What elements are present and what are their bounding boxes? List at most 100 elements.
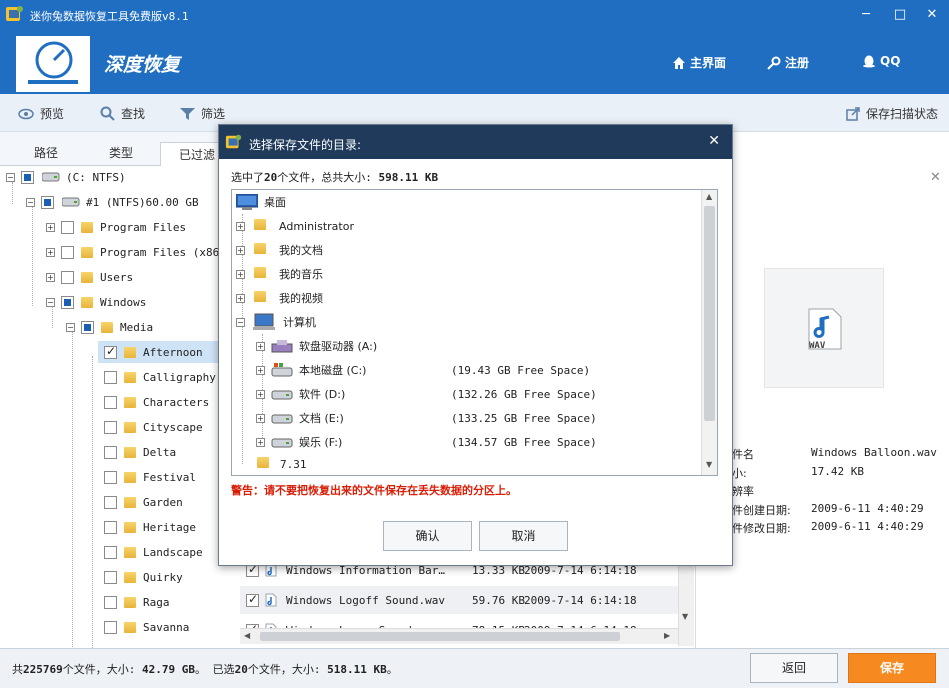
tree-folder-users[interactable]: + Users	[46, 266, 133, 288]
collapse-toggle[interactable]: −	[6, 172, 15, 182]
tree-drive-3[interactable]: + 文档 (E:) (133.25 GB Free Space)	[256, 406, 597, 430]
dialog-close-button[interactable]: ✕	[708, 133, 720, 149]
checkbox[interactable]	[104, 370, 117, 384]
preview-button[interactable]: 预览	[18, 105, 64, 122]
checkbox[interactable]	[246, 592, 259, 607]
checkbox[interactable]	[104, 445, 117, 459]
tree-drive-1[interactable]: + 本地磁盘 (C:) (19.43 GB Free Space)	[256, 358, 590, 382]
tree-drive-4[interactable]: + 娱乐 (F:) (134.57 GB Free Space)	[256, 430, 597, 454]
tree-item-media-10[interactable]: Raga	[98, 591, 170, 613]
expand-toggle[interactable]: +	[236, 293, 245, 303]
expand-toggle[interactable]: +	[46, 247, 55, 257]
expand-toggle[interactable]: +	[256, 437, 265, 447]
tree-drive-c[interactable]: − (C: NTFS)	[6, 166, 126, 188]
tree-item-media-2[interactable]: Characters	[98, 391, 209, 413]
minimize-button[interactable]: ─	[856, 6, 876, 24]
folder-icon	[123, 470, 137, 484]
expand-toggle[interactable]: +	[46, 222, 55, 232]
tree-drive-0[interactable]: + 软盘驱动器 (A:)	[256, 334, 451, 358]
checkbox[interactable]	[104, 344, 117, 359]
tree-item-1[interactable]: + 我的文档	[236, 238, 323, 262]
tree-item-media-7[interactable]: Heritage	[98, 516, 196, 538]
checkbox[interactable]	[41, 195, 54, 209]
tree-item-folder-7-31[interactable]: 7.31	[256, 452, 307, 475]
tree-folder-program-files[interactable]: + Program Files	[46, 216, 186, 238]
back-button[interactable]: 返回	[750, 653, 838, 683]
tree-partition[interactable]: − #1 (NTFS)60.00 GB	[26, 191, 199, 213]
collapse-toggle[interactable]: −	[46, 297, 55, 307]
tree-item-0[interactable]: + Administrator	[236, 214, 354, 238]
table-row[interactable]: Windows Logoff Sound.wav 59.76 KB2009-7-1…	[240, 586, 678, 614]
tree-item-3[interactable]: + 我的视频	[236, 286, 323, 310]
tree-item-desktop[interactable]: 桌面	[236, 190, 286, 214]
free-space: (134.57 GB Free Space)	[451, 435, 597, 449]
checkbox[interactable]	[104, 470, 117, 484]
checkbox[interactable]	[61, 220, 74, 234]
cancel-button[interactable]: 取消	[479, 521, 568, 551]
checkbox[interactable]	[61, 245, 74, 259]
tree-item-media-5[interactable]: Festival	[98, 466, 196, 488]
collapse-toggle[interactable]: −	[66, 322, 75, 332]
collapse-toggle[interactable]: −	[236, 317, 245, 327]
nav-register[interactable]: 注册	[767, 54, 809, 71]
nav-qq[interactable]: QQ	[862, 54, 900, 68]
tree-item-4[interactable]: − 计算机	[236, 310, 316, 334]
collapse-toggle[interactable]: −	[26, 197, 35, 207]
expand-toggle[interactable]: +	[236, 269, 245, 279]
maximize-button[interactable]: □	[890, 6, 910, 24]
drive-label: 娱乐 (F:)	[299, 436, 343, 449]
checkbox[interactable]	[81, 320, 94, 334]
file-date: 2009-7-14 6:14:18	[524, 593, 637, 607]
checkbox[interactable]	[104, 620, 117, 634]
preview-panel: ✕ WAV 件名 Windows Balloon.wav 小: 17.42 KB 辨率件…	[695, 166, 949, 656]
checkbox[interactable]	[104, 395, 117, 409]
checkbox[interactable]	[104, 495, 117, 509]
tree-item-media-0[interactable]: Afternoon	[98, 341, 218, 363]
checkbox[interactable]	[104, 520, 117, 534]
checkbox[interactable]	[61, 270, 74, 284]
save-scan-state-button[interactable]: 保存扫描状态	[846, 105, 938, 122]
checkbox[interactable]	[104, 595, 117, 609]
save-button[interactable]: 保存	[848, 653, 936, 683]
tree-drive-2[interactable]: + 软件 (D:) (132.26 GB Free Space)	[256, 382, 597, 406]
tree-item-media-8[interactable]: Landscape	[98, 541, 203, 563]
file-list-vertical-scrollbar[interactable]: ▼	[678, 556, 694, 646]
tree-folder-media[interactable]: − Media	[66, 316, 153, 338]
checkbox[interactable]	[21, 170, 34, 184]
tab-path[interactable]: 路径	[34, 144, 58, 161]
search-button[interactable]: 查找	[100, 105, 145, 122]
tree-folder-windows[interactable]: − Windows	[46, 291, 146, 313]
tree-item-media-3[interactable]: Cityscape	[98, 416, 203, 438]
checkbox[interactable]	[61, 295, 74, 309]
tree-item-media-1[interactable]: Calligraphy	[98, 366, 216, 388]
confirm-button[interactable]: 确认	[383, 521, 472, 551]
file-list-horizontal-scrollbar[interactable]: ◀ ▶	[240, 628, 678, 644]
expand-toggle[interactable]: +	[256, 413, 265, 423]
checkbox[interactable]	[104, 570, 117, 584]
close-preview-icon[interactable]: ✕	[930, 170, 941, 185]
expand-toggle[interactable]: +	[256, 365, 265, 375]
expand-toggle[interactable]: +	[256, 389, 265, 399]
expand-toggle[interactable]: +	[46, 272, 55, 282]
expand-toggle[interactable]: +	[236, 245, 245, 255]
tree-item-media-6[interactable]: Garden	[98, 491, 183, 513]
dialog-tree-scrollbar[interactable]: ▲ ▼	[701, 190, 717, 475]
checkbox[interactable]	[104, 420, 117, 434]
save-directory-dialog: 选择保存文件的目录: ✕ 选中了20个文件，总共大小: 598.11 KB 桌面…	[218, 124, 733, 566]
drive-label: 软盘驱动器 (A:)	[299, 340, 378, 353]
tree-folder-program-files-x86[interactable]: + Program Files (x86)	[46, 241, 218, 263]
close-window-button[interactable]: ✕	[922, 6, 942, 24]
filter-button[interactable]: 筛选	[180, 105, 225, 122]
nav-home[interactable]: 主界面	[672, 54, 726, 71]
tab-type[interactable]: 类型	[109, 144, 133, 161]
expand-toggle[interactable]: +	[256, 341, 265, 351]
tree-item-2[interactable]: + 我的音乐	[236, 262, 323, 286]
tree-item-media-11[interactable]: Savanna	[98, 616, 189, 638]
tree-item-media-4[interactable]: Delta	[98, 441, 176, 463]
export-icon	[846, 106, 860, 121]
tree-item-media-9[interactable]: Quirky	[98, 566, 183, 588]
expand-toggle[interactable]: +	[236, 221, 245, 231]
save-scan-state-label: 保存扫描状态	[866, 107, 939, 121]
checkbox[interactable]	[104, 545, 117, 559]
directory-tree: − (C: NTFS) − #1 (NTFS)60.00 GB + Progra…	[0, 166, 218, 656]
